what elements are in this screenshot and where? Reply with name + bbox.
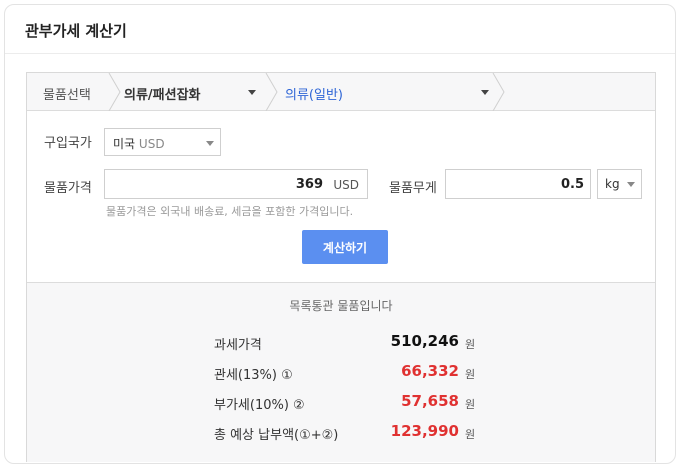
caret-down-icon (248, 90, 256, 95)
breadcrumb: 물품선택 의류/패션잡화 의류(일반) (27, 73, 655, 111)
price-label: 물품가격 (44, 181, 92, 196)
total-payment-value: 123,990 (390, 422, 459, 440)
vat-value: 57,658 (401, 392, 459, 410)
calculate-button[interactable]: 계산하기 (302, 230, 388, 264)
weight-label: 물품무게 (389, 181, 437, 196)
total-payment-label: 총 예상 납부액(①+②) (214, 428, 339, 443)
customs-duty-label: 관세(13%) ① (214, 368, 293, 383)
caret-down-icon (481, 90, 489, 95)
weight-unit-value: kg (605, 177, 620, 191)
price-hint: 물품가격은 외국내 배송료, 세금을 포함한 가격입니다. (106, 205, 354, 218)
taxable-price-unit: 원 (465, 338, 476, 351)
weight-value: 0.5 (560, 177, 584, 192)
result-section: 목록통관 물품입니다 과세가격 510,246 원 관세(13%) ① 66,3… (27, 282, 655, 462)
total-payment-unit: 원 (465, 428, 476, 441)
chevron-right-icon (265, 73, 279, 111)
chevron-right-icon (492, 73, 506, 111)
price-value: 369 (295, 177, 323, 192)
header-divider (5, 53, 675, 54)
calculator-card: 관부가세 계산기 물품선택 의류/패션잡화 의류(일반) 구입국가 미국 USD… (4, 4, 676, 464)
vat-unit: 원 (465, 398, 476, 411)
weight-unit-select[interactable]: kg (597, 169, 642, 199)
taxable-price-value: 510,246 (390, 332, 459, 350)
caret-down-icon (206, 141, 214, 146)
country-select-value: 미국 USD (113, 137, 165, 151)
vat-label: 부가세(10%) ② (214, 398, 305, 413)
country-select[interactable]: 미국 USD (104, 128, 221, 156)
country-label: 구입국가 (44, 136, 92, 151)
subcategory-select[interactable]: 의류(일반) (285, 73, 505, 111)
price-input[interactable]: 369 USD (104, 169, 368, 199)
taxable-price-label: 과세가격 (214, 338, 262, 353)
weight-input[interactable]: 0.5 (445, 169, 591, 199)
caret-down-icon (627, 182, 635, 187)
customs-duty-unit: 원 (465, 368, 476, 381)
page-title: 관부가세 계산기 (25, 22, 127, 40)
customs-duty-value: 66,332 (401, 362, 459, 380)
price-unit: USD (333, 178, 359, 192)
calculator-panel: 물품선택 의류/패션잡화 의류(일반) 구입국가 미국 USD 물품가격 369… (26, 72, 656, 462)
result-status: 목록통관 물품입니다 (289, 299, 393, 313)
subcategory-select-value: 의류(일반) (285, 88, 343, 103)
category-select-value: 의류/패션잡화 (124, 88, 201, 103)
category-select[interactable]: 의류/패션잡화 (124, 73, 264, 111)
chevron-right-icon (108, 73, 122, 111)
breadcrumb-label: 물품선택 (43, 88, 91, 103)
